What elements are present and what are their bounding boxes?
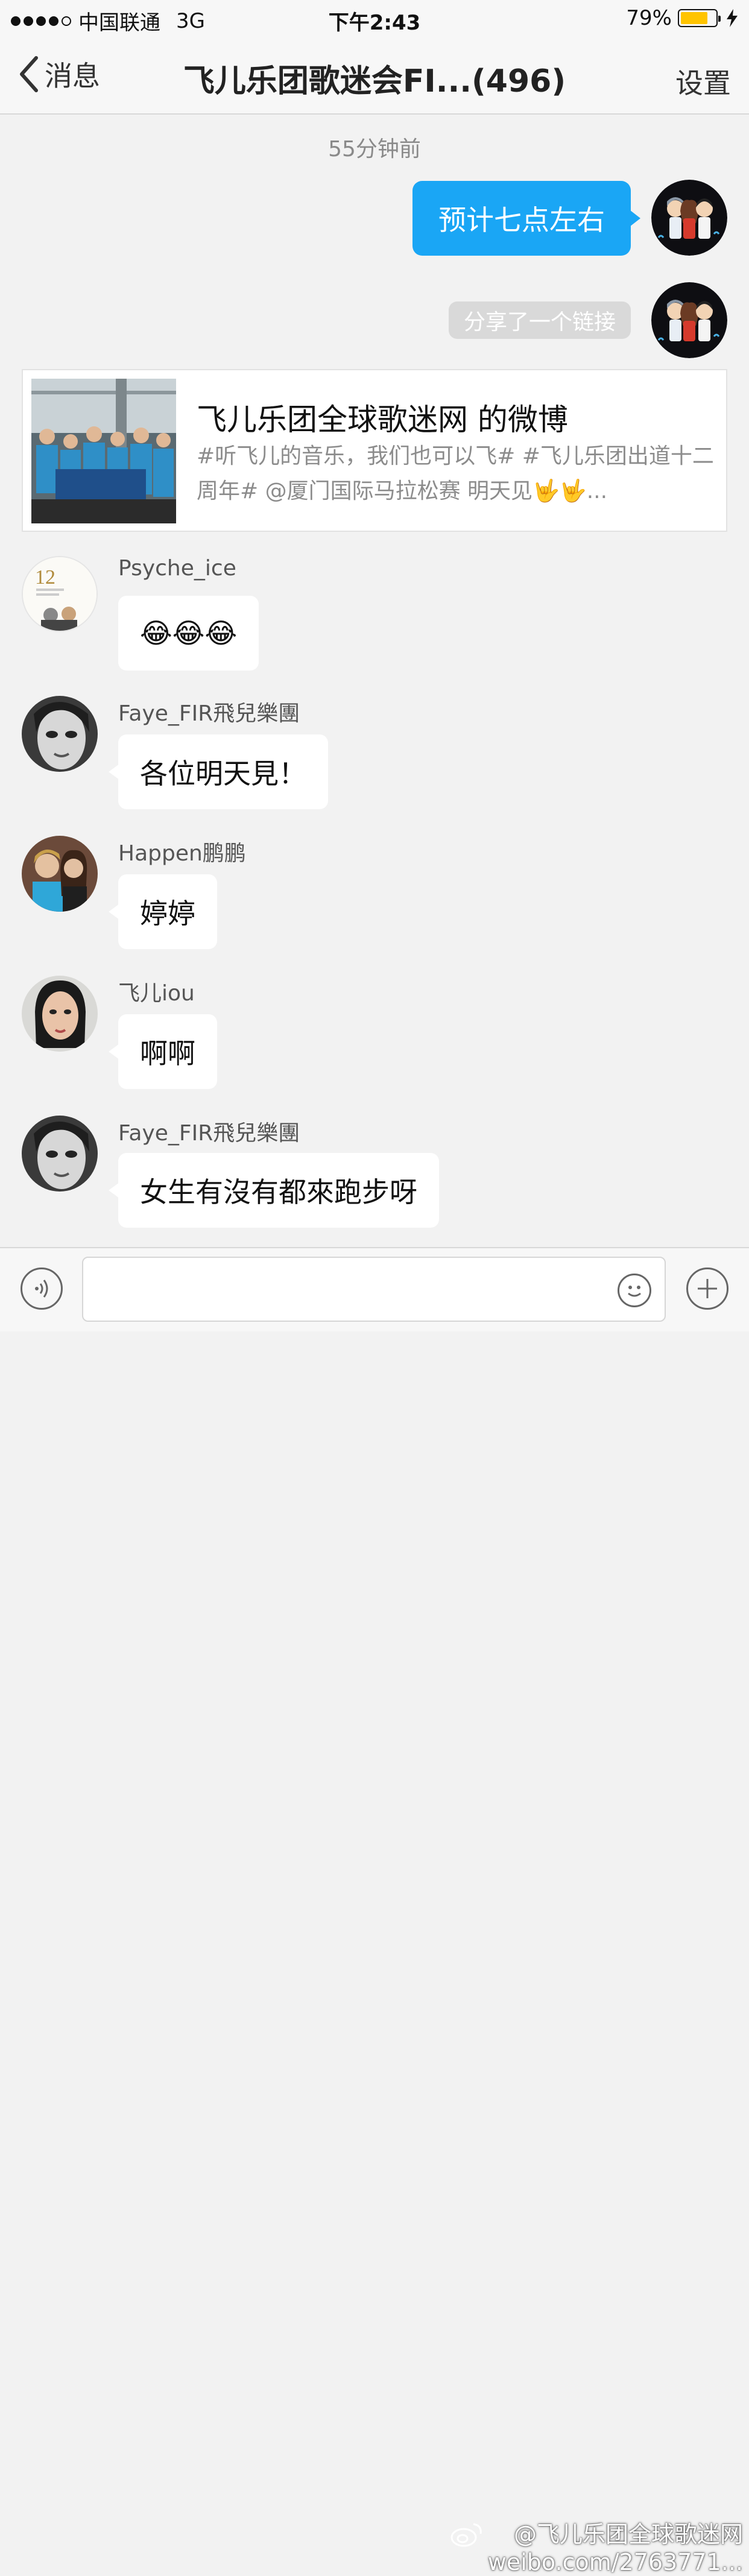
sender-name: 飞儿iou (118, 981, 195, 1006)
outgoing-message-text: 预计七点左右 (438, 204, 605, 236)
message-bubble[interactable]: 各位明天見！ (109, 734, 328, 809)
woman-portrait-avatar-icon (22, 976, 98, 1052)
voice-wave-icon (35, 1280, 48, 1298)
battery-fill (681, 12, 707, 24)
couple-photo-avatar-icon (22, 836, 98, 912)
link-description: #听飞儿的音乐，我们也可以飞# #飞儿乐团出道十二周年# @厦门国际马拉松赛 明… (197, 444, 714, 504)
woman-portrait-avatar-icon (22, 1116, 98, 1192)
link-thumbnail (31, 379, 176, 523)
svg-text:12: 12 (35, 566, 55, 589)
watermark-line-1: @飞儿乐团全球歌迷网 (513, 2521, 743, 2548)
message-bubble[interactable]: 婷婷 (109, 874, 217, 949)
message-text: 婷婷 (140, 897, 195, 930)
watermark-line-2: weibo.com/2763771... (487, 2549, 743, 2575)
sender-avatar[interactable]: 12 (22, 556, 98, 632)
status-bar: 中国联通 3G 下午2:43 79% (0, 0, 749, 37)
cartoon-trio-avatar-icon (651, 180, 727, 256)
sender-name: Faye_FIR飛兒樂團 (118, 701, 300, 726)
sender-avatar[interactable] (22, 1116, 98, 1192)
message-text: 啊啊 (140, 1037, 195, 1070)
voice-button[interactable] (21, 1267, 63, 1310)
emoji-button[interactable] (618, 1274, 651, 1307)
status-right: 79% (626, 6, 739, 30)
message-bubble[interactable]: 女生有沒有都來跑步呀 (109, 1153, 439, 1228)
plus-icon (698, 1279, 717, 1298)
message-input[interactable] (82, 1257, 666, 1322)
message-text: 各位明天見！ (140, 757, 306, 790)
sender-avatar[interactable] (22, 696, 98, 772)
battery-percent: 79% (626, 6, 672, 30)
message-timestamp: 55分钟前 (328, 137, 421, 162)
message-text: 女生有沒有都來跑步呀 (140, 1176, 417, 1208)
my-avatar[interactable] (651, 180, 727, 256)
sender-name: Faye_FIR飛兒樂團 (118, 1121, 300, 1146)
message-bubble[interactable]: 😂😂😂 (118, 596, 259, 671)
anniversary-badge-avatar-icon: 12 (23, 557, 96, 631)
cartoon-trio-avatar-icon (651, 282, 727, 358)
sender-avatar[interactable] (22, 836, 98, 912)
link-card[interactable]: 飞儿乐团全球歌迷网 的微博 #听飞儿的音乐，我们也可以飞# #飞儿乐团出道十二周… (22, 369, 727, 532)
settings-button[interactable]: 设置 (675, 62, 731, 101)
group-photo-thumbnail-icon (31, 379, 176, 523)
sender-name: Psyche_ice (118, 556, 236, 581)
message-text: 😂😂😂 (140, 617, 238, 649)
sender-name: Happen鹏鹏 (118, 841, 246, 866)
weibo-logo-icon (450, 2523, 482, 2547)
weibo-watermark: @飞儿乐团全球歌迷网 weibo.com/2763771... (450, 2521, 743, 2576)
nav-bar: 消息 飞儿乐团歌迷会FI...(496) 设置 (0, 37, 749, 115)
add-button[interactable] (686, 1267, 728, 1310)
charging-icon (727, 9, 738, 27)
outgoing-message-bubble[interactable]: 预计七点左右 (412, 181, 640, 256)
my-avatar-2[interactable] (651, 282, 727, 358)
chat-title: 飞儿乐团歌迷会FI...(496) (183, 63, 566, 99)
input-bar: @飞儿乐团全球歌迷网 weibo.com/2763771... (0, 1247, 749, 2575)
woman-portrait-avatar-icon (22, 696, 98, 772)
shared-link-notice: 分享了一个链接 (449, 301, 631, 339)
message-bubble[interactable]: 啊啊 (109, 1014, 217, 1089)
shared-link-notice-text: 分享了一个链接 (463, 310, 616, 335)
smiley-icon (628, 1286, 641, 1297)
link-title: 飞儿乐团全球歌迷网 的微博 (197, 402, 568, 437)
battery-icon (678, 9, 721, 27)
sender-avatar[interactable] (22, 976, 98, 1052)
